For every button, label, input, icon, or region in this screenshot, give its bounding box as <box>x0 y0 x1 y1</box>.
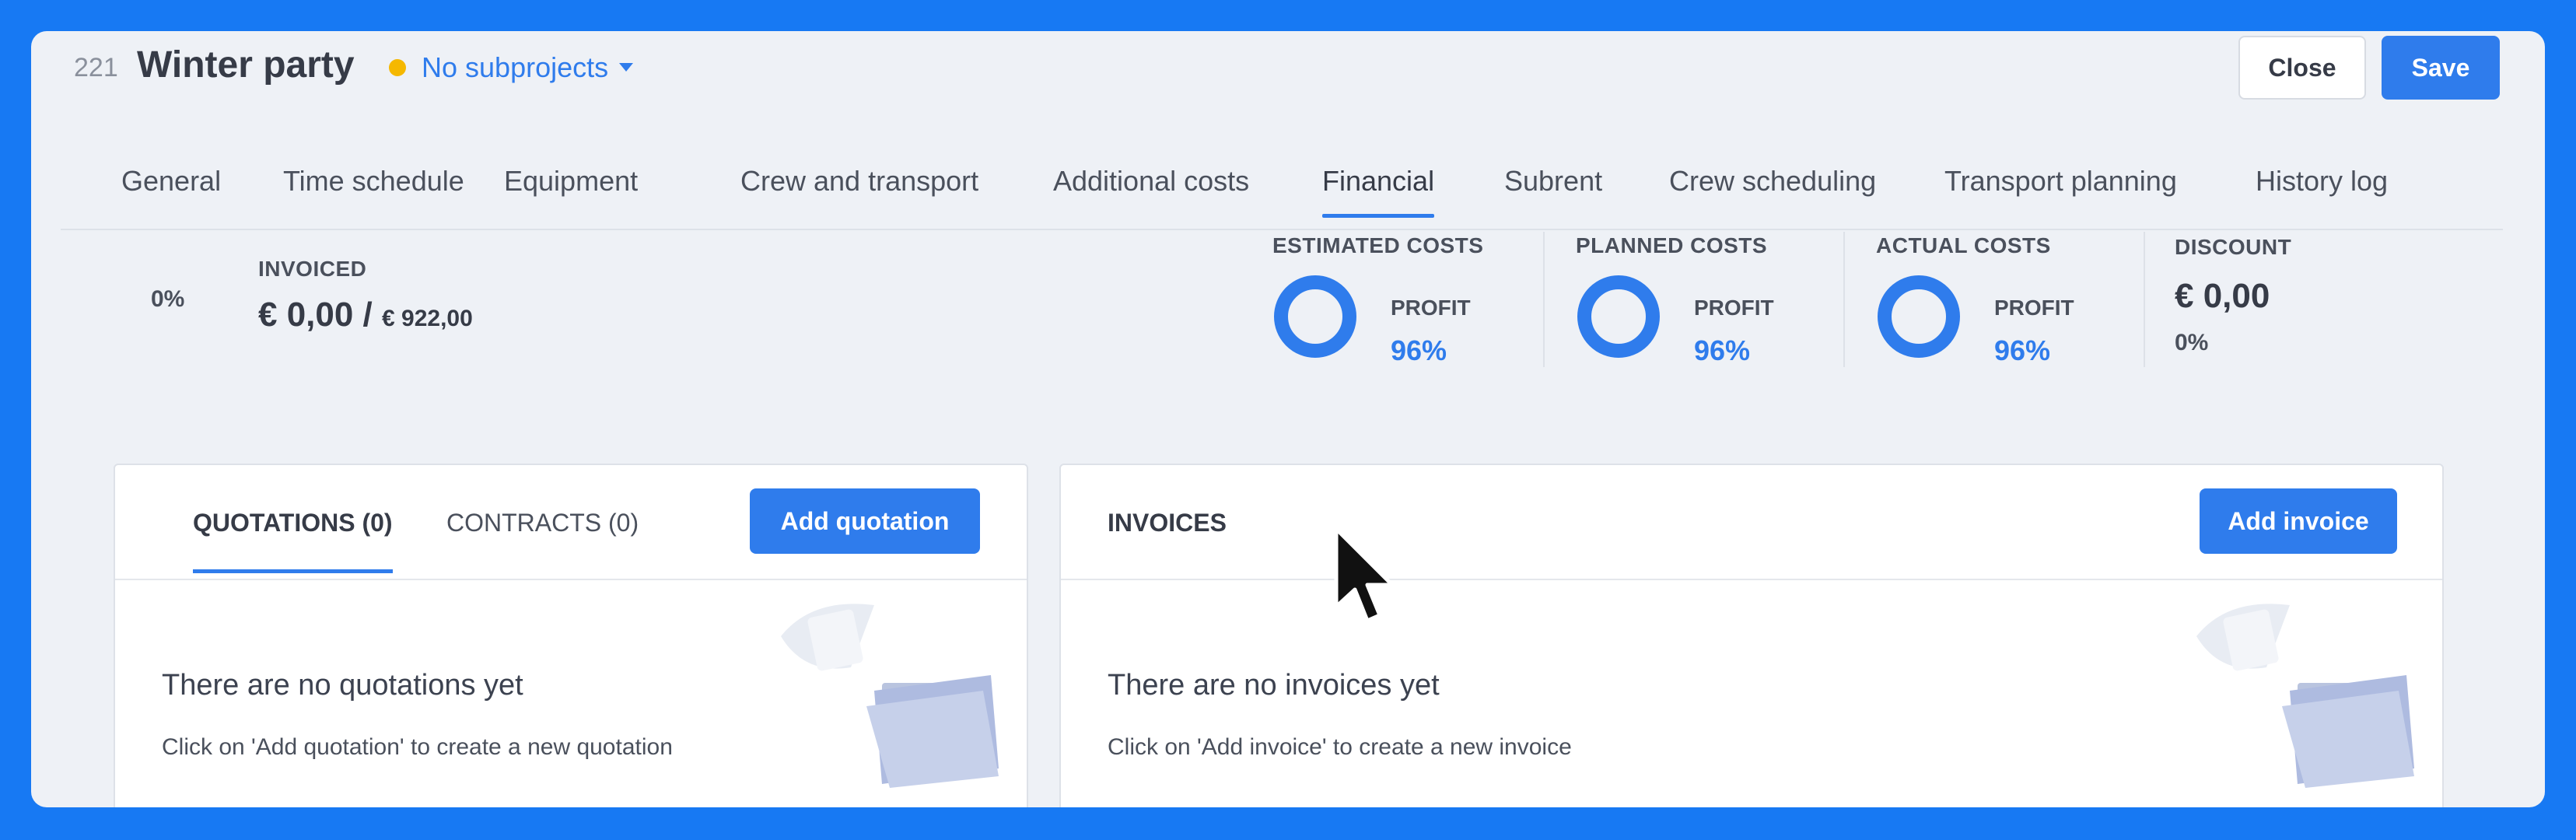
metric-label: ESTIMATED COSTS <box>1272 233 1484 257</box>
tab-history-log[interactable]: History log <box>2256 165 2388 198</box>
profit-value: 96% <box>1694 334 1751 366</box>
invoiced-percent: 0% <box>151 286 185 312</box>
tab-quotations[interactable]: QUOTATIONS (0) <box>193 509 393 573</box>
invoiced-label: INVOICED <box>258 257 367 281</box>
close-button[interactable]: Close <box>2238 36 2366 100</box>
divider <box>1543 232 1545 367</box>
card-header: QUOTATIONS (0) CONTRACTS (0) Add quotati… <box>115 465 1027 580</box>
quotations-card: QUOTATIONS (0) CONTRACTS (0) Add quotati… <box>114 464 1028 807</box>
profit-label: PROFIT <box>1391 296 1471 320</box>
metric-label: PLANNED COSTS <box>1576 233 1768 257</box>
add-quotation-button[interactable]: Add quotation <box>750 488 980 554</box>
profit-value: 96% <box>1391 334 1447 366</box>
empty-state-subtitle: Click on 'Add invoice' to create a new i… <box>1108 734 1572 760</box>
caret-down-icon <box>619 62 634 72</box>
divider <box>2144 232 2145 367</box>
tab-general[interactable]: General <box>121 165 221 198</box>
invoices-title: INVOICES <box>1108 509 1227 537</box>
tab-transport-planning[interactable]: Transport planning <box>1944 165 2177 198</box>
tab-crew-scheduling[interactable]: Crew scheduling <box>1669 165 1876 198</box>
card-header: INVOICES Add invoice <box>1061 465 2442 580</box>
status-dot-icon <box>389 59 406 76</box>
tab-additional-costs[interactable]: Additional costs <box>1053 165 1249 198</box>
empty-state-title: There are no invoices yet <box>1108 669 1440 702</box>
mouse-pointer-icon <box>1334 527 1394 623</box>
discount-percent: 0% <box>2175 330 2209 355</box>
add-invoice-button[interactable]: Add invoice <box>2200 488 2397 554</box>
folder-illustration-icon <box>781 604 999 788</box>
tab-crew-and-transport[interactable]: Crew and transport <box>740 165 978 198</box>
invoices-card: INVOICES Add invoice There are no invoic… <box>1059 464 2444 807</box>
tab-bar: General Time schedule Equipment Crew and… <box>61 148 2503 230</box>
profit-value: 96% <box>1994 334 2051 366</box>
subprojects-dropdown[interactable]: No subprojects <box>422 51 634 84</box>
divider <box>1843 232 1845 367</box>
discount-amount: € 0,00 <box>2175 277 2270 315</box>
tab-contracts[interactable]: CONTRACTS (0) <box>446 509 639 537</box>
metric-label: ACTUAL COSTS <box>1876 233 2051 257</box>
empty-state-subtitle: Click on 'Add quotation' to create a new… <box>162 734 673 760</box>
invoiced-amount: € 0,00 / <box>258 296 373 334</box>
discount-label: DISCOUNT <box>2175 235 2292 259</box>
invoiced-total: € 922,00 <box>382 306 473 331</box>
empty-state-title: There are no quotations yet <box>162 669 523 702</box>
project-number: 221 <box>74 53 118 82</box>
tab-financial[interactable]: Financial <box>1322 165 1435 218</box>
invoiced-value: € 0,00 / € 922,00 <box>258 296 473 334</box>
tab-equipment[interactable]: Equipment <box>504 165 638 198</box>
tab-subrent[interactable]: Subrent <box>1504 165 1602 198</box>
profit-label: PROFIT <box>1694 296 1774 320</box>
save-button[interactable]: Save <box>2382 36 2500 100</box>
donut-chart-icon <box>1274 275 1356 358</box>
donut-chart-icon <box>1878 275 1960 358</box>
profit-label: PROFIT <box>1994 296 2074 320</box>
tab-time-schedule[interactable]: Time schedule <box>283 165 464 198</box>
project-title: Winter party <box>137 44 355 86</box>
project-window: 221 Winter party No subprojects Close Sa… <box>31 31 2545 807</box>
subprojects-label: No subprojects <box>422 51 609 83</box>
folder-illustration-icon <box>2196 604 2414 788</box>
donut-chart-icon <box>1577 275 1660 358</box>
